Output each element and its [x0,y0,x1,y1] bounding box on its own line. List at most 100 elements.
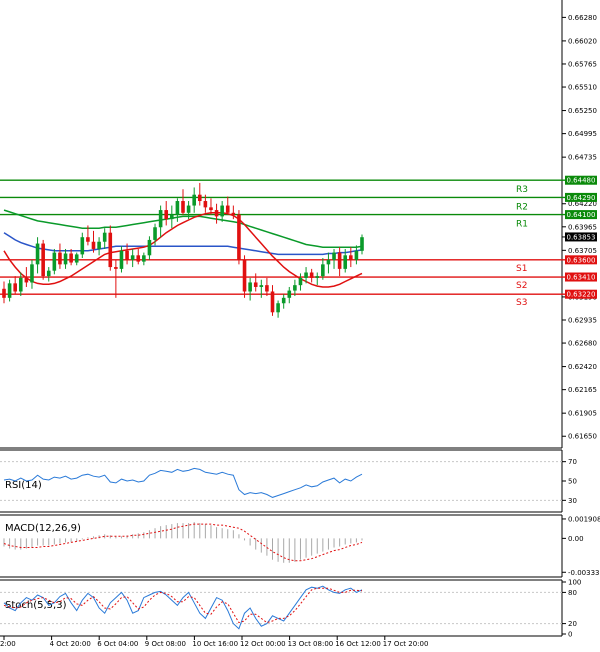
candle-body [46,270,51,277]
macd-tick-label: 0.001908 [568,515,600,523]
time-tick-label: 10 Oct 16:00 [192,640,238,648]
candle-body [58,252,62,265]
candle-body [24,277,29,283]
candle-body [136,255,141,262]
candle-body [80,237,85,255]
candle-body [164,210,169,220]
candle [242,255,247,298]
candle-body [304,272,308,278]
price-tick-label: 0.63965 [568,223,597,231]
candle-body [349,255,353,260]
price-tick-label: 0.66020 [568,37,597,45]
price-tick-label: 0.63705 [568,247,597,255]
candle [52,248,57,275]
price-tick-label: 0.62935 [568,316,597,324]
candle-body [270,291,275,313]
support-name-s3: S3 [516,298,527,308]
support-price-label-s1: 0.63600 [567,256,596,264]
candle-body [41,243,45,277]
price-tick-label: 0.64735 [568,154,597,162]
candle-body [7,283,12,298]
candle-body [153,227,157,240]
candle-body [63,253,68,265]
candle-body [242,259,247,292]
candle-body [220,205,224,217]
candle-body [360,237,364,251]
price-tick-label: 0.62165 [568,386,597,394]
candle-body [253,282,258,287]
price-tick-label: 0.66280 [568,14,597,22]
resistance-name-r3: R3 [516,185,528,195]
candle-body [97,241,101,249]
candle-body [74,254,79,263]
time-tick-label: 17 Oct 20:00 [383,640,429,648]
candle-body [130,255,135,260]
stoch-tick-label: 80 [568,589,577,597]
candle-body [209,207,213,211]
stoch-title: Stoch(5,5,3) [5,600,67,611]
time-tick-label: 12 Oct 00:00 [240,640,286,648]
candle-body [102,232,107,242]
current-price-label: 0.63853 [567,233,596,241]
candle-body [192,194,196,206]
price-tick-label: 0.62420 [568,363,597,371]
rsi-tick-label: 50 [568,478,577,486]
candle-body [69,253,73,263]
candle-body [214,210,219,217]
candle-body [52,252,57,271]
candle-body [18,277,23,292]
candle-body [13,283,17,292]
candle-body [2,288,6,298]
rsi-tick-label: 30 [568,497,577,505]
candle-body [259,285,264,287]
support-name-s1: S1 [516,264,527,274]
time-tick-label: 16 Oct 12:00 [335,640,381,648]
candle-body [354,250,359,260]
time-tick-label: 2:00 [0,640,16,648]
support-name-s2: S2 [516,281,527,291]
price-tick-label: 0.65765 [568,60,597,68]
candle-body [315,276,320,278]
resistance-price-label-r2: 0.64290 [567,194,596,202]
rsi-title: RSI(14) [5,480,42,491]
resistance-name-r1: R1 [516,220,528,230]
candle-body [86,237,90,242]
price-tick-label: 0.61905 [568,410,597,418]
candle-body [147,239,152,256]
candle-body [158,210,163,228]
candle-body [337,252,342,269]
candle-body [231,212,236,215]
time-tick-label: 4 Oct 20:00 [50,640,91,648]
resistance-price-label-r1: 0.64100 [567,211,596,219]
candle [41,239,45,280]
candle-body [281,297,286,304]
macd-tick-label: 0.00 [568,535,584,543]
macd-title: MACD(12,26,9) [5,523,81,534]
candle-body [197,194,202,202]
candle-body [237,214,241,260]
candle-body [203,201,208,208]
current-price-marker: 0.63853 [562,232,597,242]
time-tick-label: 6 Oct 04:00 [97,640,138,648]
candle [237,210,241,265]
candle-body [125,250,129,260]
candle-body [298,277,303,286]
candle-body [276,303,280,313]
rsi-tick-label: 70 [568,458,577,466]
candle-body [142,255,146,262]
resistance-name-r2: R2 [516,202,528,212]
candle-body [114,267,118,269]
price-tick-label: 0.65250 [568,107,597,115]
candle-body [287,290,292,298]
price-tick-label: 0.62680 [568,340,597,348]
stoch-tick-label: 0 [568,631,572,639]
time-tick-label: 9 Oct 08:00 [145,640,186,648]
stoch-tick-label: 20 [568,620,577,628]
price-tick-label: 0.61650 [568,433,597,441]
candle-body [309,272,314,278]
candle-body [170,214,174,220]
candle-body [293,285,297,291]
candle-body [321,264,325,277]
candle-body [265,285,269,292]
resistance-price-label-r3: 0.64480 [567,177,596,185]
